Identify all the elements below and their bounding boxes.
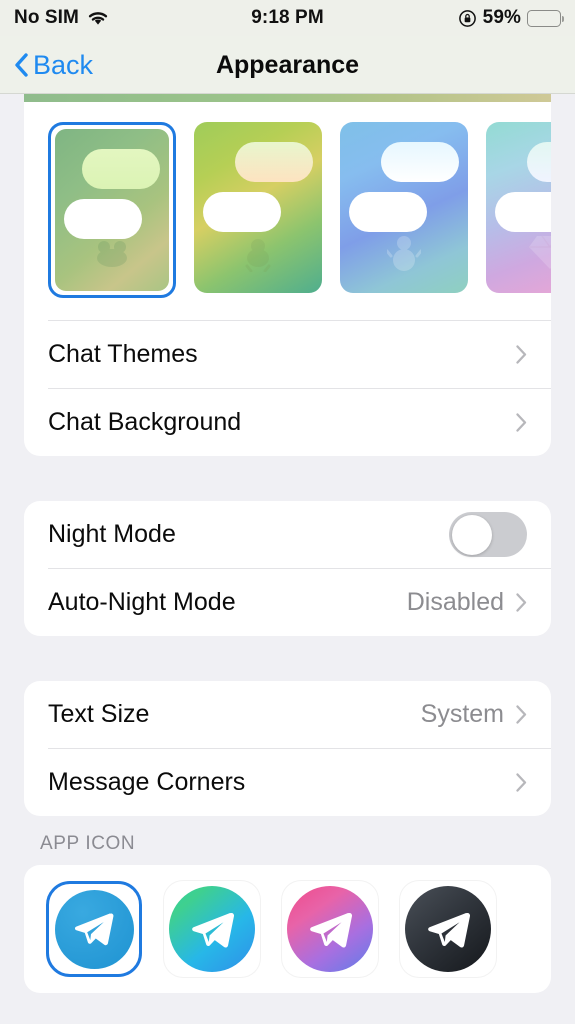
toggle-knob bbox=[451, 514, 492, 555]
theme-option-green-yellow-theme[interactable] bbox=[194, 122, 322, 293]
row-night-mode[interactable]: Night Mode bbox=[24, 501, 551, 568]
scrolled-preview-strip bbox=[24, 94, 551, 102]
app-icon-tile bbox=[54, 889, 134, 969]
app-icon-section-header: APP ICON bbox=[40, 833, 136, 854]
app-icon-tile bbox=[282, 881, 378, 977]
app-icon-card bbox=[24, 865, 551, 993]
incoming-bubble-preview bbox=[495, 192, 551, 232]
theme-carousel[interactable] bbox=[24, 102, 551, 320]
outgoing-bubble-preview bbox=[82, 149, 160, 189]
theme-preview bbox=[194, 122, 322, 293]
status-bar: No SIM 9:18 PM 59% bbox=[0, 0, 575, 36]
row-chat-themes[interactable]: Chat Themes bbox=[24, 321, 551, 388]
status-bar-right: 59% bbox=[458, 7, 565, 29]
chat-theme-card: Chat Themes Chat Background bbox=[24, 94, 551, 456]
row-value: System bbox=[420, 700, 504, 728]
chevron-right-icon bbox=[516, 413, 527, 432]
app-icon-option-telegram-pink-icon[interactable] bbox=[282, 881, 378, 977]
paper-plane-glyph bbox=[75, 913, 114, 946]
gem-icon bbox=[529, 232, 551, 277]
battery-icon bbox=[527, 9, 565, 27]
app-icon-tile bbox=[164, 881, 260, 977]
row-text-size[interactable]: Text Size System bbox=[24, 681, 551, 748]
row-label: Message Corners bbox=[48, 768, 246, 796]
outgoing-bubble-preview bbox=[527, 142, 551, 182]
row-value: Disabled bbox=[406, 588, 504, 616]
chevron-right-icon bbox=[516, 345, 527, 364]
app-icon-carousel[interactable] bbox=[24, 881, 551, 977]
theme-preview bbox=[486, 122, 551, 293]
incoming-bubble-preview bbox=[64, 199, 142, 239]
settings-scroll-view[interactable]: Chat Themes Chat Background Night Mode A… bbox=[0, 94, 575, 1024]
frog-doodle-icon bbox=[92, 236, 132, 275]
outgoing-bubble-preview bbox=[235, 142, 313, 182]
telegram-pink-icon bbox=[287, 886, 373, 972]
chevron-right-icon bbox=[516, 593, 527, 612]
app-icon-tile bbox=[400, 881, 496, 977]
telegram-black-icon bbox=[405, 886, 491, 972]
telegram-blue-icon bbox=[54, 889, 134, 969]
theme-option-green-doodle-theme[interactable] bbox=[48, 122, 176, 298]
incoming-bubble-preview bbox=[349, 192, 427, 232]
snowman-icon bbox=[385, 232, 423, 277]
paper-plane-glyph bbox=[191, 912, 234, 948]
paper-plane-glyph bbox=[309, 912, 352, 948]
outgoing-bubble-preview bbox=[381, 142, 459, 182]
navigation-bar: Back Appearance bbox=[0, 36, 575, 94]
back-button-label: Back bbox=[33, 49, 94, 80]
chevron-right-icon bbox=[516, 705, 527, 724]
theme-option-teal-pink-theme[interactable] bbox=[486, 122, 551, 293]
row-label: Auto-Night Mode bbox=[48, 588, 236, 616]
telegram-turquoise-icon bbox=[169, 886, 255, 972]
incoming-bubble-preview bbox=[203, 192, 281, 232]
app-icon-option-telegram-black-icon[interactable] bbox=[400, 881, 496, 977]
row-chat-background[interactable]: Chat Background bbox=[24, 389, 551, 456]
theme-preview bbox=[340, 122, 468, 293]
theme-option-blue-sky-theme[interactable] bbox=[340, 122, 468, 293]
row-label: Chat Background bbox=[48, 408, 242, 436]
row-label: Chat Themes bbox=[48, 340, 198, 368]
app-icon-option-telegram-turquoise-icon[interactable] bbox=[164, 881, 260, 977]
back-button[interactable]: Back bbox=[14, 50, 93, 81]
theme-preview bbox=[55, 129, 169, 291]
night-mode-toggle[interactable] bbox=[449, 512, 527, 557]
rotation-lock-icon bbox=[458, 9, 476, 27]
night-mode-card: Night Mode Auto-Night Mode Disabled bbox=[24, 501, 551, 636]
row-label: Night Mode bbox=[48, 520, 176, 548]
row-auto-night-mode[interactable]: Auto-Night Mode Disabled bbox=[24, 569, 551, 636]
row-label: Text Size bbox=[48, 700, 150, 728]
paper-plane-glyph bbox=[427, 912, 470, 948]
duck-icon bbox=[239, 234, 277, 277]
row-message-corners[interactable]: Message Corners bbox=[24, 749, 551, 816]
chevron-right-icon bbox=[516, 773, 527, 792]
chevron-left-icon bbox=[15, 53, 28, 77]
appearance-settings-screen: No SIM 9:18 PM 59% Back Appearance Chat … bbox=[0, 0, 575, 1024]
app-icon-option-telegram-blue-icon[interactable] bbox=[46, 881, 142, 977]
battery-percent-label: 59% bbox=[482, 7, 521, 28]
text-settings-card: Text Size System Message Corners bbox=[24, 681, 551, 816]
